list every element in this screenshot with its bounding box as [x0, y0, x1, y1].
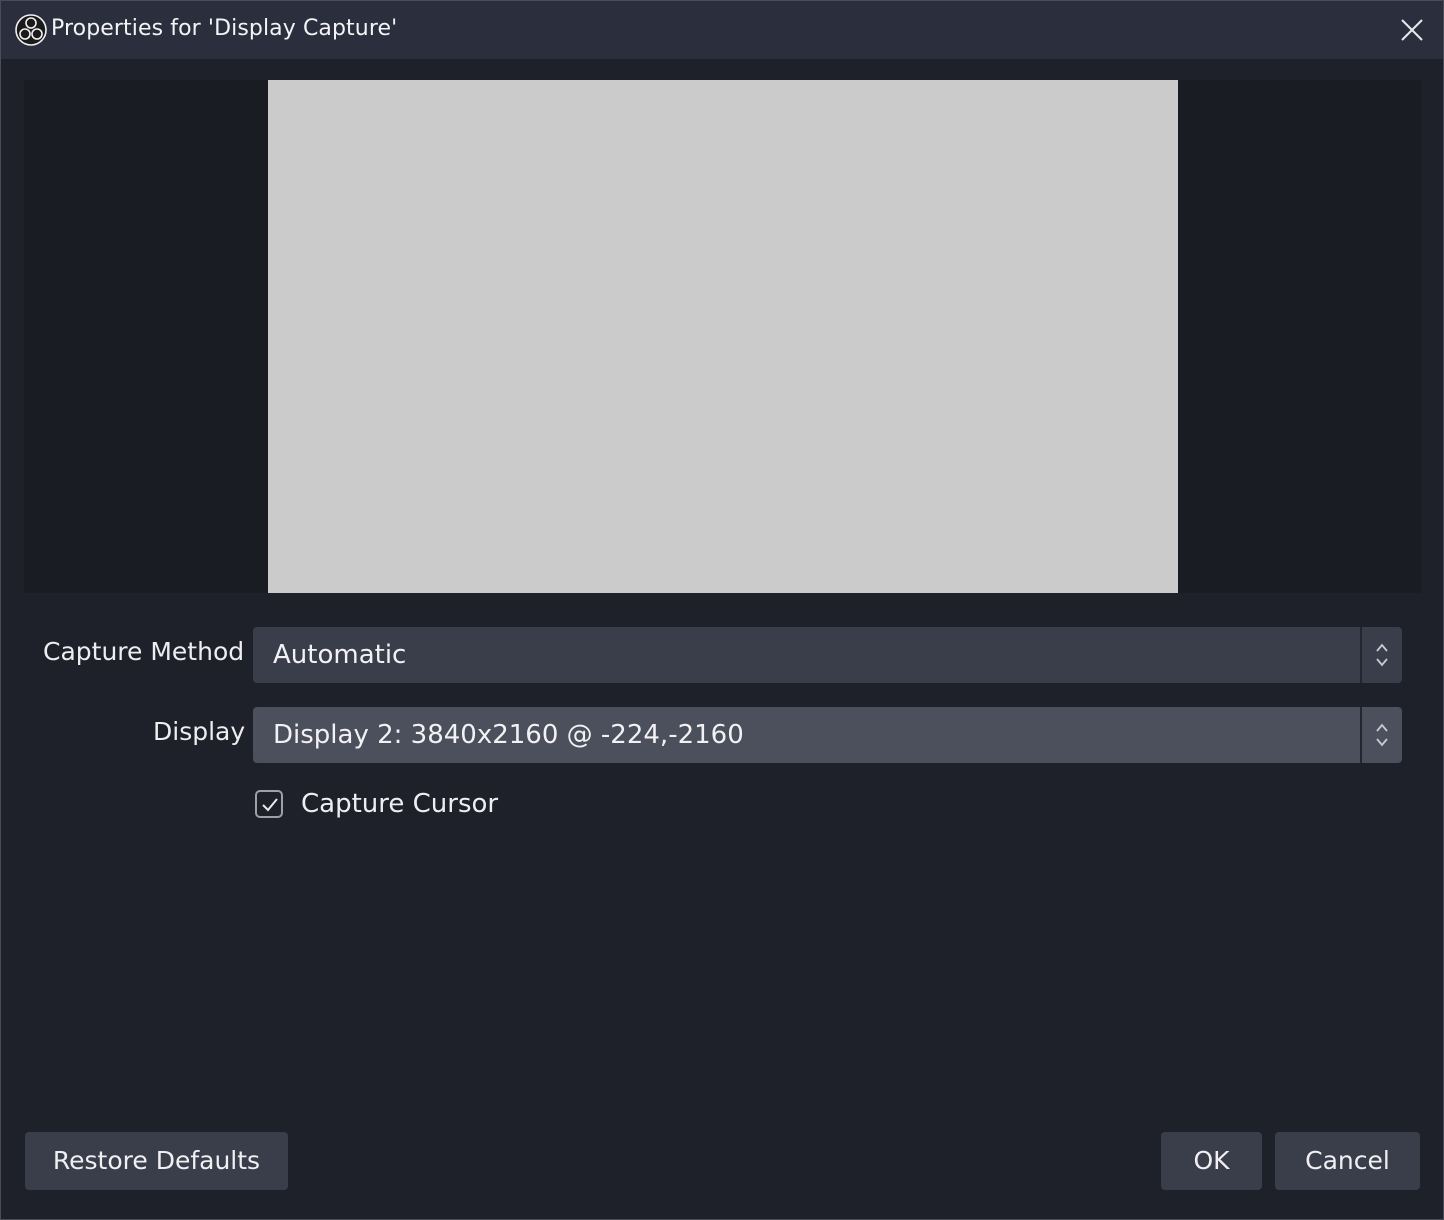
up-down-chevron-icon	[1376, 643, 1388, 667]
checkmark-icon	[262, 798, 278, 812]
display-arrows[interactable]	[1360, 707, 1402, 763]
up-down-chevron-icon	[1376, 723, 1388, 747]
capture-method-select[interactable]: Automatic	[253, 627, 1402, 683]
restore-defaults-button[interactable]: Restore Defaults	[25, 1132, 288, 1190]
capture-cursor-checkbox[interactable]	[255, 790, 283, 818]
preview-canvas	[268, 80, 1178, 593]
window-title: Properties for 'Display Capture'	[51, 16, 398, 41]
obs-logo-icon	[15, 14, 47, 46]
display-select[interactable]: Display 2: 3840x2160 @ -224,-2160	[253, 707, 1402, 763]
display-value: Display 2: 3840x2160 @ -224,-2160	[273, 720, 744, 750]
display-label: Display	[153, 717, 246, 746]
capture-cursor-label[interactable]: Capture Cursor	[301, 789, 498, 819]
properties-dialog: Properties for 'Display Capture' Capture…	[0, 0, 1444, 1220]
capture-method-label: Capture Method	[43, 637, 245, 666]
cancel-button[interactable]: Cancel	[1275, 1132, 1420, 1190]
capture-method-arrows[interactable]	[1360, 627, 1402, 683]
capture-method-value: Automatic	[273, 640, 407, 670]
ok-button[interactable]: OK	[1161, 1132, 1262, 1190]
source-preview	[24, 80, 1421, 593]
close-icon[interactable]	[1399, 17, 1425, 43]
title-bar[interactable]: Properties for 'Display Capture'	[1, 1, 1443, 59]
